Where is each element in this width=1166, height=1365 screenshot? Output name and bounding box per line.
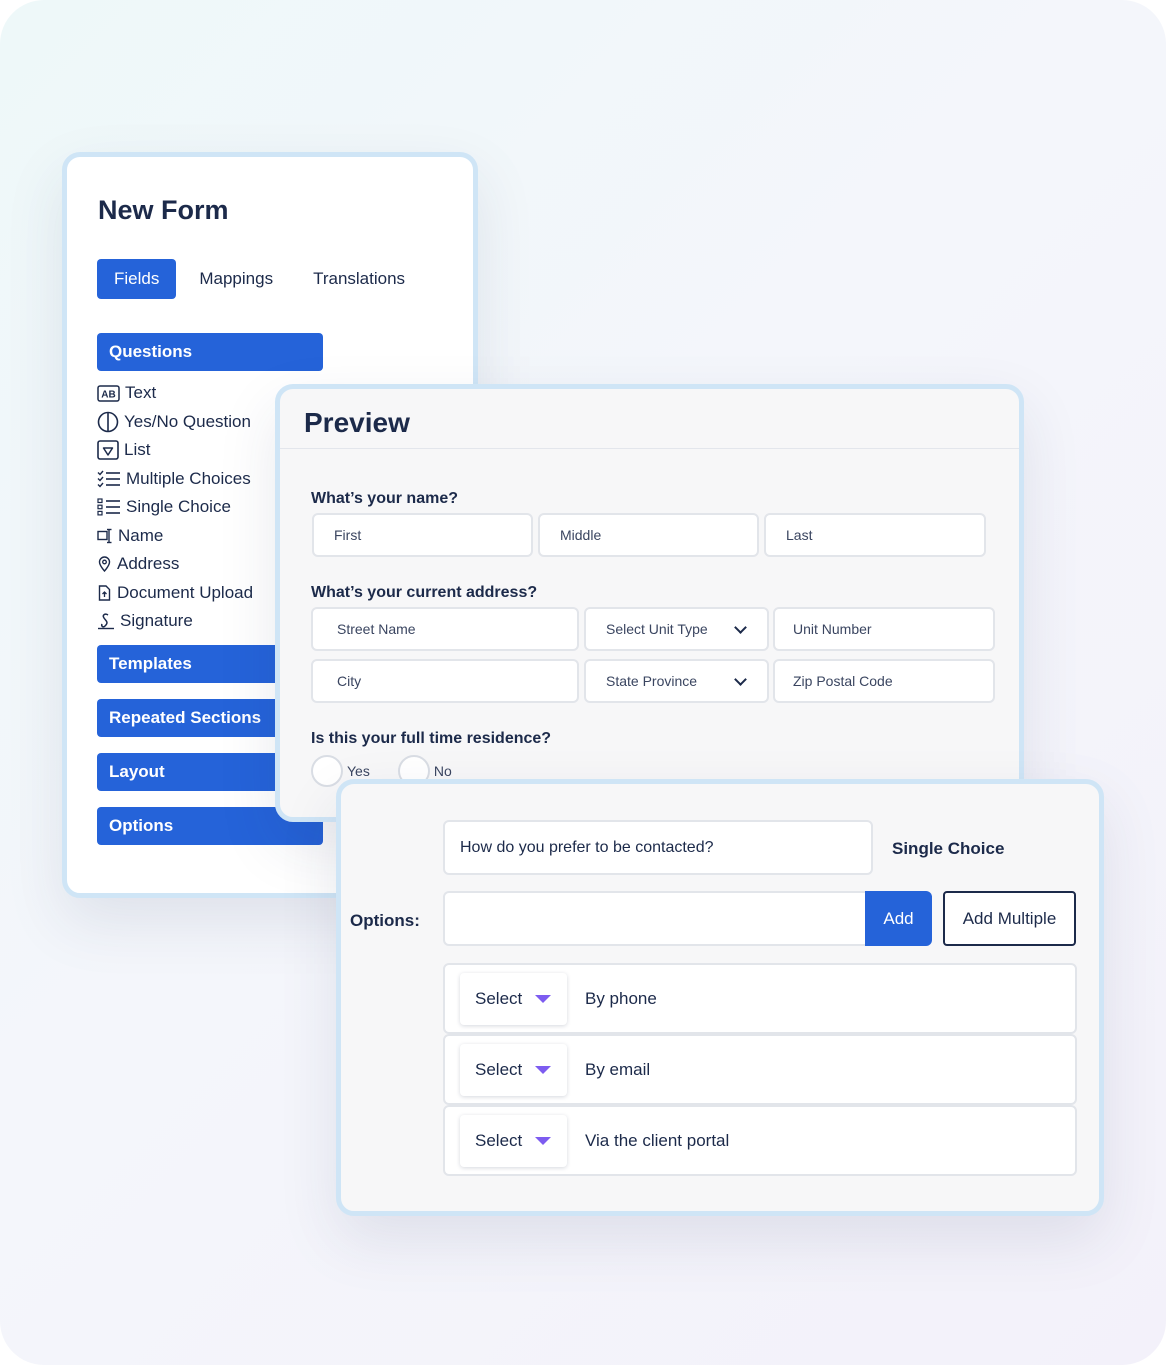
yes-no-circle-icon [97, 411, 119, 433]
option-row: Select By phone [443, 963, 1077, 1034]
question-type-label: Document Upload [117, 582, 254, 602]
preview-title: Preview [304, 407, 410, 438]
list-dropdown-icon [97, 440, 119, 461]
question-type-single-choice[interactable]: Single Choice [97, 493, 253, 522]
preview-header: Preview [280, 389, 1019, 449]
question-type-label: Signature [120, 611, 193, 631]
question-type-label: Multiple Choices [126, 468, 251, 488]
option-row: Select Via the client portal [443, 1105, 1077, 1176]
first-name-field[interactable]: First [312, 513, 533, 557]
form-tabs: Fields Mappings Translations [97, 259, 428, 299]
add-multiple-button[interactable]: Add Multiple [943, 891, 1076, 946]
add-option-button[interactable]: Add [865, 891, 932, 946]
select-label: Select [475, 1060, 523, 1079]
name-tag-icon [97, 528, 113, 544]
question-type-label: Address [117, 554, 180, 574]
text-ab-icon: AB [97, 385, 120, 402]
yes-radio[interactable] [311, 755, 343, 787]
no-radio-label: No [433, 763, 452, 779]
options-label: Options: [350, 911, 420, 930]
last-name-field[interactable]: Last [764, 513, 986, 557]
signature-icon [97, 612, 115, 630]
question-type-label: Single Choice [126, 497, 231, 517]
question-type-list[interactable]: List [97, 436, 253, 465]
new-option-input[interactable] [443, 891, 867, 946]
question-type-address[interactable]: Address [97, 550, 253, 579]
radio-list-icon [97, 498, 121, 516]
unit-type-select[interactable]: Select Unit Type [584, 607, 769, 651]
question-type-multiple-choices[interactable]: Multiple Choices [97, 465, 253, 494]
svg-text:AB: AB [101, 389, 115, 400]
residence-question-label: Is this your full time residence? [311, 730, 552, 747]
question-type-text[interactable]: AB Text [97, 379, 253, 408]
caret-down-icon [535, 1066, 551, 1074]
unit-number-field[interactable]: Unit Number [773, 607, 995, 651]
yes-radio-label: Yes [347, 763, 370, 779]
checklist-icon [97, 470, 121, 488]
option-row: Select By email [443, 1034, 1077, 1105]
name-question-label: What’s your name? [311, 490, 458, 507]
location-pin-icon [97, 556, 112, 573]
select-label: Select [475, 1131, 523, 1150]
questions-section-button[interactable]: Questions [97, 333, 323, 371]
tab-fields[interactable]: Fields [97, 259, 177, 299]
question-type-yes-no[interactable]: Yes/No Question [97, 408, 253, 437]
form-title: New Form [98, 195, 229, 225]
option-text[interactable]: By phone [585, 965, 657, 1032]
question-type-signature[interactable]: Signature [97, 607, 253, 636]
option-select-dropdown[interactable]: Select [460, 1044, 567, 1096]
city-field[interactable]: City [311, 659, 579, 703]
option-text[interactable]: By email [585, 1036, 650, 1103]
question-type-label: Name [118, 525, 164, 545]
document-upload-icon [97, 585, 112, 601]
state-province-select[interactable]: State Province [584, 659, 769, 703]
options-editor-panel: How do you prefer to be contacted? Singl… [336, 779, 1104, 1216]
option-list: Select By phone Select By email Select V… [443, 963, 1077, 1176]
tab-mappings[interactable]: Mappings [182, 259, 290, 299]
zip-postal-code-field[interactable]: Zip Postal Code [773, 659, 995, 703]
question-type-label: List [124, 440, 151, 460]
background-canvas: New Form Fields Mappings Translations Qu… [0, 0, 1166, 1365]
question-type-list: AB Text Yes/No Question List Multiple Ch… [97, 379, 253, 636]
preview-panel: Preview What’s your name? First Middle L… [275, 384, 1024, 822]
option-text[interactable]: Via the client portal [585, 1107, 729, 1174]
address-question-label: What’s your current address? [311, 584, 538, 601]
tab-translations[interactable]: Translations [296, 259, 422, 299]
caret-down-icon [535, 995, 551, 1003]
option-select-dropdown[interactable]: Select [460, 1115, 567, 1167]
street-name-field[interactable]: Street Name [311, 607, 579, 651]
caret-down-icon [535, 1137, 551, 1145]
question-type-document-upload[interactable]: Document Upload [97, 579, 253, 608]
middle-name-field[interactable]: Middle [538, 513, 759, 557]
question-text-input[interactable]: How do you prefer to be contacted? [443, 820, 873, 875]
select-label: Select [475, 989, 523, 1008]
option-select-dropdown[interactable]: Select [460, 973, 567, 1025]
question-type-label: Text [125, 383, 157, 403]
question-type-label: Yes/No Question [124, 411, 251, 431]
question-type-name[interactable]: Name [97, 522, 253, 551]
question-type-label: Single Choice [892, 839, 1005, 858]
